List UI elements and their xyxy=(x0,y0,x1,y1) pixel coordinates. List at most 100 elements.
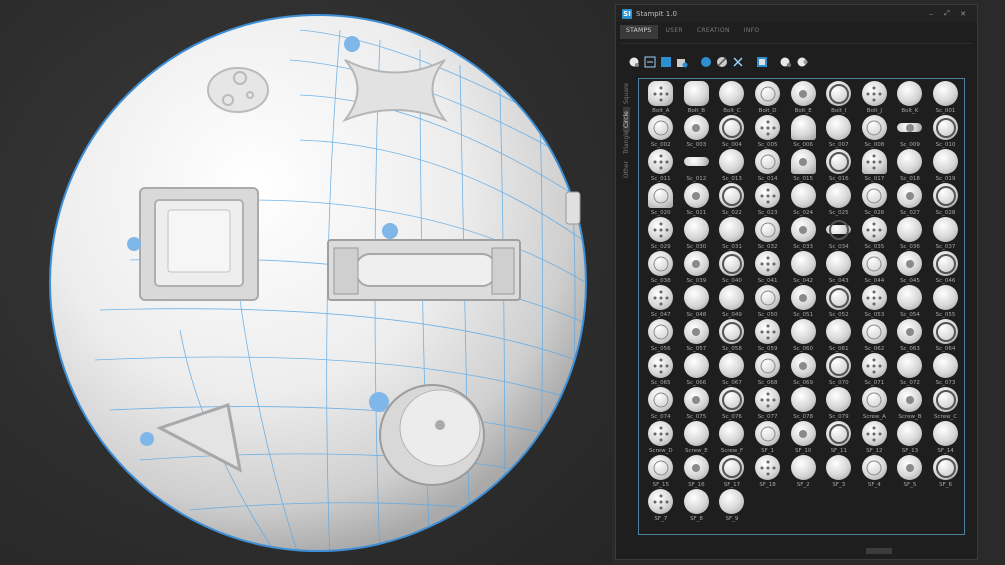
tab-user[interactable]: USER xyxy=(660,25,689,39)
stamp-item[interactable]: Sc_005 xyxy=(750,115,786,149)
3d-viewport[interactable] xyxy=(0,0,612,565)
stamp-item[interactable]: Sc_002 xyxy=(643,115,679,149)
stamp-item[interactable]: Sc_051 xyxy=(785,285,821,319)
stamp-item[interactable]: Sc_075 xyxy=(679,387,715,421)
stamp-item[interactable]: Sc_007 xyxy=(821,115,857,149)
stamp-item[interactable]: Sc_074 xyxy=(643,387,679,421)
stamp-item[interactable]: SF_4 xyxy=(857,455,893,489)
stamp-item[interactable]: Sc_064 xyxy=(928,319,964,353)
sphere-small-icon[interactable] xyxy=(779,56,792,69)
stamp-item[interactable]: Sc_047 xyxy=(643,285,679,319)
stamp-item[interactable]: Sc_058 xyxy=(714,319,750,353)
stamp-item[interactable]: Sc_053 xyxy=(857,285,893,319)
category-tab-triangle[interactable]: Triangle xyxy=(623,130,630,157)
stamp-item[interactable]: SF_8 xyxy=(679,489,715,523)
square-blue-icon[interactable] xyxy=(659,56,672,69)
stamp-item[interactable]: Sc_037 xyxy=(928,217,964,251)
stamp-item[interactable]: Sc_045 xyxy=(892,251,928,285)
stamp-item[interactable]: Screw_C xyxy=(928,387,964,421)
stamp-item[interactable]: Sc_055 xyxy=(928,285,964,319)
stamp-item[interactable]: Bolt_D xyxy=(750,81,786,115)
stamp-item[interactable]: Sc_043 xyxy=(821,251,857,285)
stamp-item[interactable]: Sc_071 xyxy=(857,353,893,387)
stamp-item[interactable]: Sc_008 xyxy=(857,115,893,149)
stamp-item[interactable]: Sc_035 xyxy=(857,217,893,251)
stamp-item[interactable]: Sc_059 xyxy=(750,319,786,353)
stamp-item[interactable]: Sc_046 xyxy=(928,251,964,285)
stamp-item[interactable]: Sc_012 xyxy=(679,149,715,183)
stamp-item[interactable]: Sc_070 xyxy=(821,353,857,387)
sphere-pin-icon[interactable] xyxy=(627,56,640,69)
sphere-add-icon[interactable] xyxy=(795,56,808,69)
stamp-item[interactable]: Screw_D xyxy=(643,421,679,455)
stamp-item[interactable]: SF_17 xyxy=(714,455,750,489)
circle-slash-icon[interactable] xyxy=(715,56,728,69)
stamp-item[interactable]: Sc_049 xyxy=(714,285,750,319)
stamp-item[interactable]: Sc_011 xyxy=(643,149,679,183)
stamp-icon[interactable] xyxy=(755,56,768,69)
cube-icon[interactable] xyxy=(675,56,688,69)
stamp-item[interactable]: Sc_050 xyxy=(750,285,786,319)
stamp-item[interactable]: Sc_036 xyxy=(892,217,928,251)
stamp-item[interactable]: Sc_013 xyxy=(714,149,750,183)
tab-info[interactable]: INFO xyxy=(738,25,766,39)
stamp-item[interactable]: Sc_018 xyxy=(892,149,928,183)
stamp-item[interactable]: Bolt_K xyxy=(892,81,928,115)
close-button[interactable]: ✕ xyxy=(955,10,971,18)
stamp-item[interactable]: SF_12 xyxy=(857,421,893,455)
stamp-item[interactable]: Bolt_E xyxy=(785,81,821,115)
stamp-item[interactable]: Sc_004 xyxy=(714,115,750,149)
stamp-item[interactable]: SF_11 xyxy=(821,421,857,455)
stamp-item[interactable]: Sc_034 xyxy=(821,217,857,251)
stamp-item[interactable]: Sc_019 xyxy=(928,149,964,183)
stamp-item[interactable]: Sc_063 xyxy=(892,319,928,353)
stamp-item[interactable]: Sc_077 xyxy=(750,387,786,421)
category-tab-circle[interactable]: Circle xyxy=(623,107,630,132)
stamp-item[interactable]: Sc_038 xyxy=(643,251,679,285)
stamp-item[interactable]: SF_9 xyxy=(714,489,750,523)
stamp-item[interactable]: Bolt_A xyxy=(643,81,679,115)
stamp-item[interactable]: Sc_025 xyxy=(821,183,857,217)
stamp-item[interactable]: Sc_014 xyxy=(750,149,786,183)
stamp-item[interactable]: SF_5 xyxy=(892,455,928,489)
stamp-item[interactable]: Sc_021 xyxy=(679,183,715,217)
stamp-item[interactable]: Sc_023 xyxy=(750,183,786,217)
category-tab-other[interactable]: Other xyxy=(623,157,630,182)
stamp-item[interactable]: SF_7 xyxy=(643,489,679,523)
stamp-item[interactable]: Sc_067 xyxy=(714,353,750,387)
stamp-item[interactable]: Sc_022 xyxy=(714,183,750,217)
maximize-button[interactable]: ⤢ xyxy=(939,9,955,18)
stamp-item[interactable]: Sc_029 xyxy=(643,217,679,251)
stamp-item[interactable]: Sc_042 xyxy=(785,251,821,285)
stamp-item[interactable]: Sc_057 xyxy=(679,319,715,353)
stamp-item[interactable]: Sc_069 xyxy=(785,353,821,387)
panel-resize-handle[interactable] xyxy=(866,548,892,554)
stamp-item[interactable]: Sc_068 xyxy=(750,353,786,387)
stamp-item[interactable]: Screw_F xyxy=(714,421,750,455)
stamp-item[interactable]: Bolt_C xyxy=(714,81,750,115)
stamp-item[interactable]: Sc_048 xyxy=(679,285,715,319)
stamp-item[interactable]: Sc_039 xyxy=(679,251,715,285)
stamp-item[interactable]: Sc_009 xyxy=(892,115,928,149)
stamp-item[interactable]: Sc_024 xyxy=(785,183,821,217)
stamp-item[interactable]: Sc_030 xyxy=(679,217,715,251)
stamp-item[interactable]: SF_2 xyxy=(785,455,821,489)
stamp-item[interactable]: Sc_073 xyxy=(928,353,964,387)
tab-stamps[interactable]: STAMPS xyxy=(620,25,658,39)
stamp-item[interactable]: Bolt_B xyxy=(679,81,715,115)
stamp-item[interactable]: SF_10 xyxy=(785,421,821,455)
stamp-item[interactable]: SF_18 xyxy=(750,455,786,489)
stamp-item[interactable]: Sc_028 xyxy=(928,183,964,217)
stamp-item[interactable]: Sc_062 xyxy=(857,319,893,353)
stamp-item[interactable]: Sc_040 xyxy=(714,251,750,285)
stamp-item[interactable]: SF_13 xyxy=(892,421,928,455)
stamp-item[interactable]: Sc_032 xyxy=(750,217,786,251)
stamp-item[interactable]: SF_1 xyxy=(750,421,786,455)
stamp-item[interactable]: SF_16 xyxy=(679,455,715,489)
stamp-item[interactable]: Bolt_I xyxy=(821,81,857,115)
stamp-item[interactable]: Sc_031 xyxy=(714,217,750,251)
stamp-item[interactable]: Sc_017 xyxy=(857,149,893,183)
stamp-item[interactable]: Sc_079 xyxy=(821,387,857,421)
stamp-item[interactable]: Sc_027 xyxy=(892,183,928,217)
stamp-item[interactable]: SF_14 xyxy=(928,421,964,455)
